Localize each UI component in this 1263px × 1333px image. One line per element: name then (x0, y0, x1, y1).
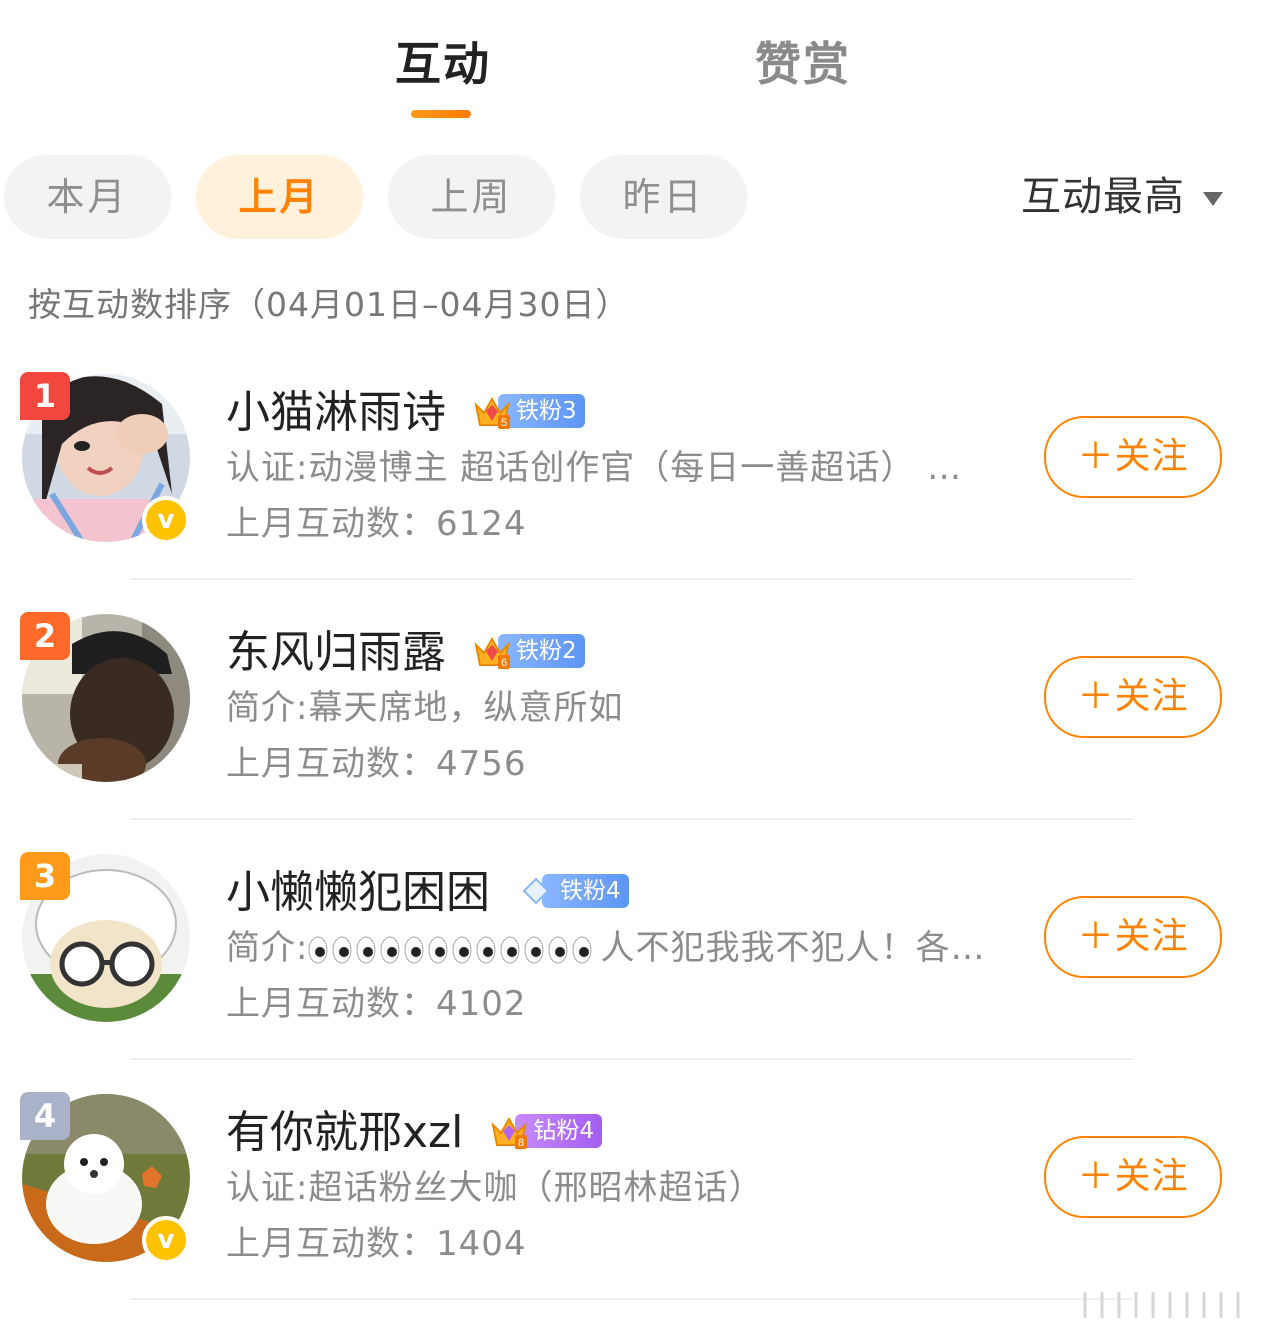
fan-level-number: 6 (501, 657, 507, 669)
fan-level-number: 8 (518, 1137, 524, 1149)
user-name-text: 有你就邢xzl (226, 1107, 464, 1158)
diamond-icon (522, 877, 550, 905)
fan-badge: 8 钻粉4 (489, 1111, 602, 1151)
eyes-emoji-icon (308, 936, 592, 963)
verified-badge-icon: v (142, 1216, 190, 1264)
sort-dropdown[interactable]: 互动最高 (1021, 155, 1223, 239)
description-suffix: 人不犯我我不犯人！各… (600, 928, 986, 968)
crown-icon: 6 (474, 636, 510, 669)
rank-badge: 1 (20, 372, 70, 420)
follow-button[interactable]: ＋关注 (1044, 1136, 1222, 1218)
divider (130, 818, 1133, 820)
filter-yesterday[interactable]: 昨日 (580, 155, 747, 239)
fan-badge: 6 铁粉2 (472, 631, 585, 671)
divider (130, 1058, 1133, 1060)
user-description: 简介:幕天席地，纵意所如 (226, 688, 624, 728)
interaction-count: 上月互动数：6124 (226, 504, 527, 544)
fan-level-number: 5 (501, 417, 507, 429)
verified-badge-icon: v (142, 496, 190, 544)
list-item[interactable]: 2 东风归雨露 6 铁粉2 简介:幕天席地，纵意所如 上月互动数：4756 ＋关… (0, 600, 1263, 840)
filter-this-month[interactable]: 本月 (4, 155, 171, 239)
top-tabs: 互动 赞赏 (0, 0, 1263, 130)
user-description: 简介: 人不犯我我不犯人！各… (226, 920, 996, 969)
divider (130, 578, 1133, 580)
divider (130, 1298, 1133, 1300)
follow-button[interactable]: ＋关注 (1044, 656, 1222, 738)
sort-label: 互动最高 (1021, 174, 1185, 220)
filter-last-month[interactable]: 上月 (196, 155, 363, 239)
description-prefix: 简介: (226, 928, 309, 968)
time-filter-bar: 本月 上月 上周 昨日 互动最高 (0, 155, 1263, 239)
fan-badge: 铁粉4 (516, 871, 629, 911)
interaction-count: 上月互动数：4756 (226, 744, 527, 784)
user-description: 认证:超话粉丝大咖（邢昭林超话） (226, 1168, 764, 1208)
date-range-caption: 按互动数排序（04月01日–04月30日） (28, 285, 630, 324)
list-item[interactable]: 3 小懒懒犯困困 铁粉4 简介: 人不犯我我不犯人！各… 上月互动数：4102 … (0, 840, 1263, 1080)
user-name-text: 东风归雨露 (226, 627, 446, 678)
user-name[interactable]: 小猫淋雨诗 5 铁粉3 (226, 376, 585, 440)
user-name[interactable]: 东风归雨露 6 铁粉2 (226, 616, 585, 680)
rank-badge: 4 (20, 1092, 70, 1140)
filter-last-week[interactable]: 上周 (388, 155, 555, 239)
watermark-stripes (1083, 1292, 1240, 1318)
user-name-text: 小懒懒犯困困 (226, 867, 490, 918)
crown-icon: 8 (491, 1116, 528, 1149)
crown-icon: 5 (474, 396, 510, 429)
user-name[interactable]: 小懒懒犯困困 铁粉4 (226, 856, 629, 920)
tab-interaction[interactable]: 互动 (395, 28, 491, 94)
caret-down-icon (1203, 192, 1223, 206)
rank-badge: 3 (20, 852, 70, 900)
interaction-count: 上月互动数：1404 (226, 1224, 527, 1264)
follow-button[interactable]: ＋关注 (1044, 416, 1222, 498)
active-tab-indicator (411, 110, 471, 118)
fan-badge: 5 铁粉3 (472, 391, 585, 431)
list-item[interactable]: 1 v 小猫淋雨诗 5 铁粉3 认证:动漫博主 超话创作官（每日一善超话） … … (0, 360, 1263, 600)
user-description: 认证:动漫博主 超话创作官（每日一善超话） … (226, 448, 963, 488)
rank-badge: 2 (20, 612, 70, 660)
user-name[interactable]: 有你就邢xzl 8 钻粉4 (226, 1096, 602, 1160)
interaction-count: 上月互动数：4102 (226, 984, 527, 1024)
list-item[interactable]: 4 v 有你就邢xzl 8 钻粉4 认证:超话粉丝大咖（邢昭林超话） 上月互动数… (0, 1080, 1263, 1320)
follow-button[interactable]: ＋关注 (1044, 896, 1222, 978)
user-name-text: 小猫淋雨诗 (226, 387, 446, 438)
tab-reward[interactable]: 赞赏 (755, 28, 851, 94)
